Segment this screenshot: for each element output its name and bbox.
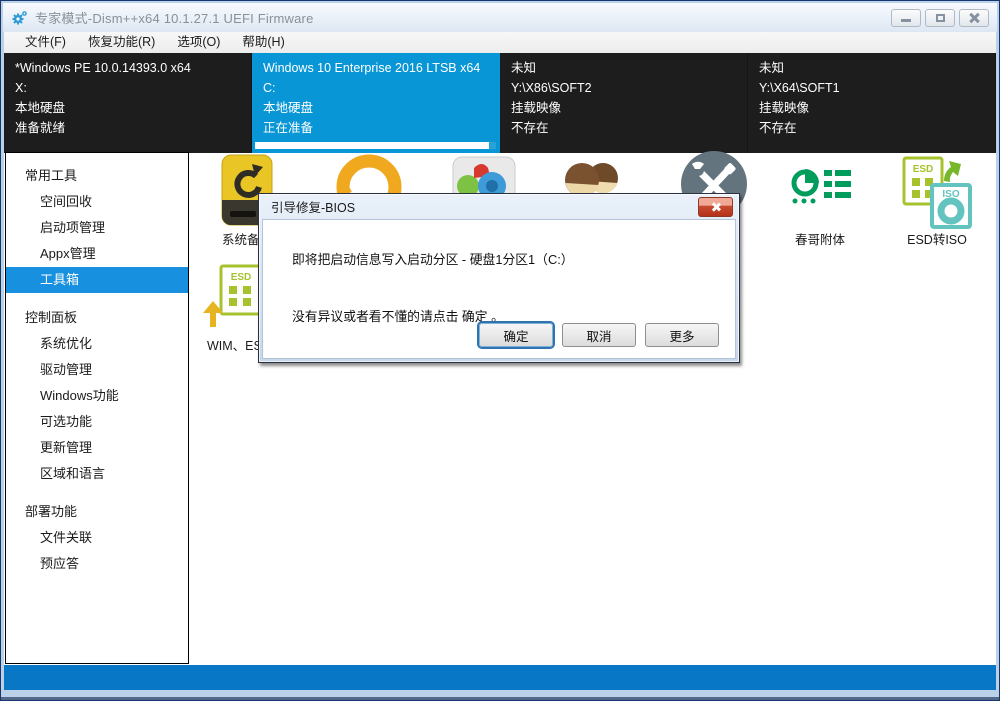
menu-recovery[interactable]: 恢复功能(R) xyxy=(77,32,166,53)
sidebar-item-space-reclaim[interactable]: 空间回收 xyxy=(6,189,188,215)
session-column-soft2[interactable]: 未知 Y:\X86\SOFT2 挂载映像 不存在 xyxy=(500,53,748,153)
sidebar-item-unattend[interactable]: 预应答 xyxy=(6,551,188,577)
maximize-button[interactable] xyxy=(925,8,955,27)
sidebar-item-file-association[interactable]: 文件关联 xyxy=(6,525,188,551)
image-session-header: *Windows PE 10.0.14393.0 x64 X: 本地硬盘 准备就… xyxy=(4,53,996,153)
sidebar-item-startup-manager[interactable]: 启动项管理 xyxy=(6,215,188,241)
sidebar-item-driver-manager[interactable]: 驱动管理 xyxy=(6,357,188,383)
sidebar-group-deployment: 部署功能 xyxy=(25,504,78,519)
maximize-icon xyxy=(935,13,945,22)
more-button[interactable]: 更多 xyxy=(645,323,719,347)
ok-button[interactable]: 确定 xyxy=(479,323,553,347)
sidebar-item-appx-manager[interactable]: Appx管理 xyxy=(6,241,188,267)
sidebar-item-system-optimize[interactable]: 系统优化 xyxy=(6,331,188,357)
dialog-titlebar: 引导修复-BIOS xyxy=(259,194,739,219)
app-gear-icon xyxy=(12,10,27,24)
dialog-title: 引导修复-BIOS xyxy=(271,201,356,215)
close-button[interactable] xyxy=(959,8,989,27)
minimize-button[interactable] xyxy=(891,8,921,27)
sidebar-group-common-tools: 常用工具 xyxy=(25,168,78,183)
session-progress-bar xyxy=(255,142,496,149)
menu-help[interactable]: 帮助(H) xyxy=(231,32,295,53)
session-column-active[interactable]: Windows 10 Enterprise 2016 LTSB x64 C: 本… xyxy=(252,53,500,153)
sidebar-group-control-panel: 控制面板 xyxy=(25,310,78,325)
pie-list-icon xyxy=(791,169,851,204)
svg-text:ESD: ESD xyxy=(231,272,252,283)
tool-label: ESD转ISO xyxy=(907,233,967,247)
sidebar-item-update-manager[interactable]: 更新管理 xyxy=(6,435,188,461)
tool-esd-to-iso[interactable]: ESD ISO ESD转ISO xyxy=(879,153,995,253)
dialog-message-2: 没有异议或者看不懂的请点击 确定 。 xyxy=(292,309,504,324)
svg-text:ESD: ESD xyxy=(913,164,934,175)
cancel-button[interactable]: 取消 xyxy=(562,323,636,347)
window-title: 专家模式-Dism++x64 10.1.27.1 UEFI Firmware xyxy=(35,11,314,26)
dialog-close-icon xyxy=(711,202,721,212)
dialog-message-1: 即将把启动信息写入启动分区 - 硬盘1分区1（C:） xyxy=(292,252,574,267)
sidebar-item-toolbox[interactable]: 工具箱 xyxy=(6,267,188,293)
session-column-winpe[interactable]: *Windows PE 10.0.14393.0 x64 X: 本地硬盘 准备就… xyxy=(4,53,252,153)
menu-file[interactable]: 文件(F) xyxy=(14,32,77,53)
sidebar-item-region-language[interactable]: 区域和语言 xyxy=(6,461,188,487)
dialog-body: 即将把启动信息写入启动分区 - 硬盘1分区1（C:） 没有异议或者看不懂的请点击… xyxy=(262,219,736,359)
global-progress-bar xyxy=(4,665,996,690)
sidebar: 常用工具 空间回收 启动项管理 Appx管理 工具箱 控制面板 系统优化 驱动管… xyxy=(5,152,189,664)
menu-options[interactable]: 选项(O) xyxy=(166,32,231,53)
dialog-close-button[interactable] xyxy=(698,196,733,217)
close-icon xyxy=(969,13,979,23)
sidebar-item-optional-features[interactable]: 可选功能 xyxy=(6,409,188,435)
session-column-soft1[interactable]: 未知 Y:\X64\SOFT1 挂载映像 不存在 xyxy=(748,53,996,153)
sidebar-item-windows-features[interactable]: Windows功能 xyxy=(6,383,188,409)
tool-chunge-futi[interactable]: 春哥附体 xyxy=(762,153,878,253)
esd-to-iso-icon: ESD ISO xyxy=(902,156,972,229)
titlebar: 专家模式-Dism++x64 10.1.27.1 UEFI Firmware xyxy=(3,3,997,32)
boot-repair-dialog: 引导修复-BIOS 即将把启动信息写入启动分区 - 硬盘1分区1（C:） 没有异… xyxy=(258,193,740,363)
tool-label: 春哥附体 xyxy=(794,233,845,247)
menubar: 文件(F) 恢复功能(R) 选项(O) 帮助(H) xyxy=(4,32,996,53)
minimize-icon xyxy=(901,19,911,22)
